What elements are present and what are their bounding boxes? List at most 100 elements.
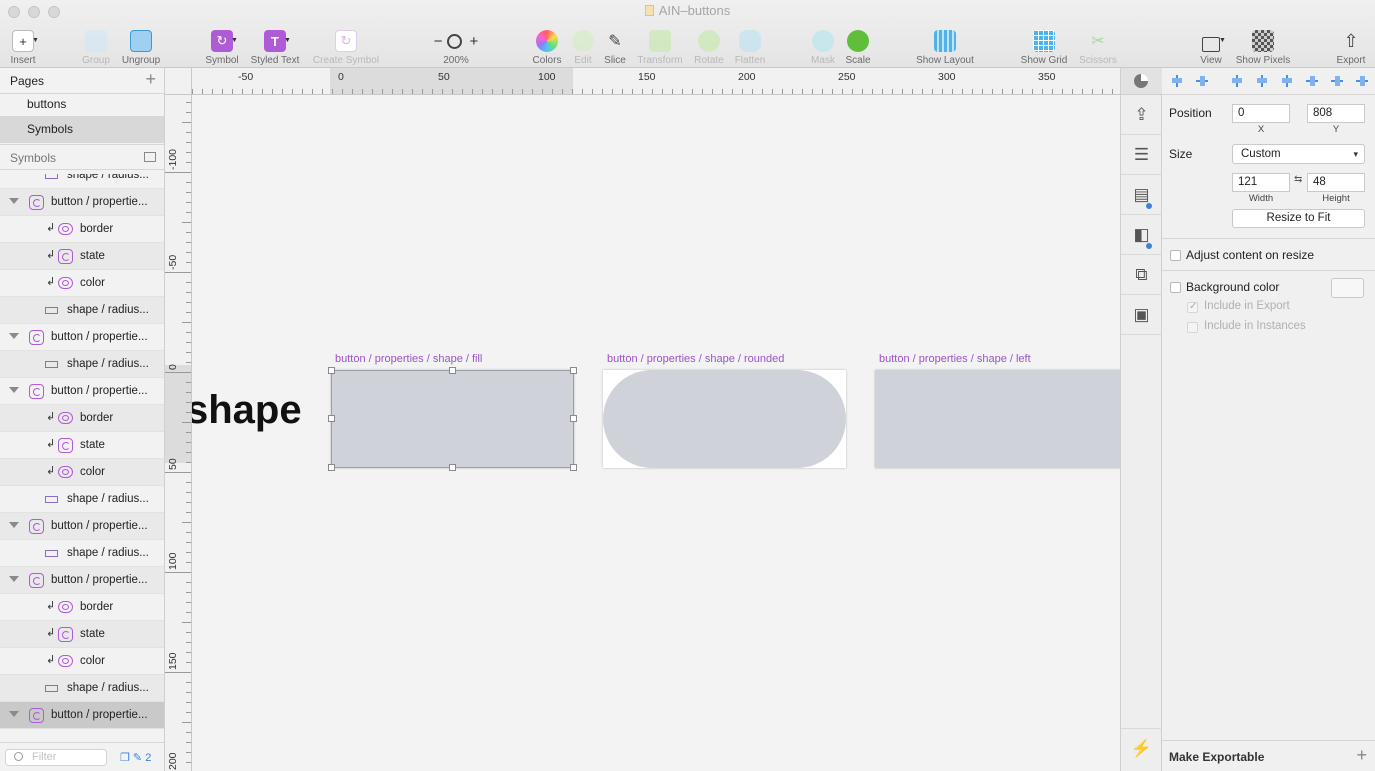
zoom-in-button[interactable]: + (470, 33, 479, 50)
shape-rounded[interactable] (603, 370, 846, 468)
ungroup-button[interactable]: Ungroup (120, 22, 162, 66)
symbol-button[interactable]: ↻ Symbol (204, 22, 240, 66)
resize-handle[interactable] (328, 367, 335, 374)
layer-row[interactable]: shape / radius... (0, 174, 164, 189)
layer-row[interactable]: button / propertie... (0, 324, 164, 351)
align-right-icon[interactable] (1281, 75, 1293, 87)
align-middle-icon[interactable] (1331, 75, 1343, 87)
prototype-tab-button[interactable]: ⧉ (1121, 255, 1162, 295)
edit-button[interactable]: Edit (570, 22, 596, 66)
artboard-fill[interactable] (328, 367, 577, 471)
disclosure-triangle-icon[interactable] (9, 198, 19, 204)
align-center-icon[interactable] (1256, 75, 1268, 87)
layer-row[interactable]: shape / radius... (0, 540, 164, 567)
zoom-out-button[interactable]: − (434, 33, 443, 50)
export-filter-icons[interactable]: ❐ ✎ 2 (120, 751, 151, 764)
align-bottom-icon[interactable] (1356, 75, 1368, 87)
slice-button[interactable]: ✎ Slice (601, 22, 629, 66)
layer-row[interactable]: button / propertie... (0, 567, 164, 594)
disclosure-triangle-icon[interactable] (9, 711, 19, 717)
collapse-icon[interactable] (144, 152, 156, 162)
resize-handle[interactable] (570, 415, 577, 422)
adjust-content-checkbox[interactable] (1170, 250, 1181, 261)
horizontal-ruler[interactable]: -50 0 50 100 150 200 250 300 350 (165, 68, 1120, 95)
background-color-swatch[interactable] (1331, 278, 1364, 298)
size-preset-select[interactable]: Custom ▾ (1232, 144, 1365, 164)
disclosure-triangle-icon[interactable] (9, 522, 19, 528)
group-button[interactable]: Group (80, 22, 112, 66)
position-y-input[interactable]: 808 (1307, 104, 1365, 123)
create-symbol-button[interactable]: ↻ Create Symbol (309, 22, 383, 66)
add-page-button[interactable]: + (145, 69, 156, 90)
include-in-export-checkbox[interactable] (1187, 301, 1198, 313)
layer-row[interactable]: button / propertie... (0, 702, 164, 729)
resizing-tab-button[interactable]: ◧ (1121, 215, 1162, 255)
layer-row[interactable]: ↲ color (0, 648, 164, 675)
make-exportable-bar[interactable]: Make Exportable + (1162, 740, 1375, 771)
insert-button[interactable]: + Insert (6, 22, 40, 66)
layer-row[interactable]: button / propertie... (0, 189, 164, 216)
resize-handle[interactable] (570, 464, 577, 471)
scissors-button[interactable]: ✂ Scissors (1076, 22, 1120, 66)
lock-ratio-icon[interactable]: ⇆ (1294, 174, 1302, 185)
layer-row[interactable]: shape / radius... (0, 351, 164, 378)
plugins-button[interactable]: ⚡ (1121, 728, 1162, 768)
artboard-left[interactable] (875, 370, 1120, 468)
pie-icon[interactable] (1134, 74, 1148, 88)
layer-row[interactable]: shape / radius... (0, 486, 164, 513)
disclosure-triangle-icon[interactable] (9, 387, 19, 393)
width-input[interactable]: 121 (1232, 173, 1290, 192)
align-left-edge-icon[interactable] (1231, 75, 1243, 87)
add-export-button[interactable]: + (1356, 745, 1367, 766)
vertical-ruler[interactable]: -100 -50 0 50 100 150 200 (165, 95, 192, 771)
layer-style-tab-button[interactable]: ☰ (1121, 135, 1162, 175)
styled-text-button[interactable]: T Styled Text (247, 22, 303, 66)
shape-left[interactable] (875, 370, 1120, 468)
align-left-icon[interactable] (1171, 75, 1183, 87)
artboard-title-rounded[interactable]: button / properties / shape / rounded (607, 353, 784, 365)
layer-row[interactable]: shape / radius... (0, 675, 164, 702)
resize-handle[interactable] (449, 367, 456, 374)
layer-row[interactable]: shape / radius... (0, 297, 164, 324)
canvas[interactable]: shape button / properties / shape / fill… (192, 95, 1120, 771)
resize-handle[interactable] (449, 464, 456, 471)
background-color-checkbox[interactable] (1170, 282, 1181, 293)
filter-input[interactable]: Filter (5, 749, 107, 766)
rotate-button[interactable]: Rotate (691, 22, 727, 66)
canvas-text-layer[interactable]: shape (192, 388, 302, 433)
scale-button[interactable]: Scale (843, 22, 873, 66)
page-item-buttons[interactable]: buttons (0, 91, 164, 118)
layer-row[interactable]: ↲ state (0, 243, 164, 270)
layer-row[interactable]: ↲ state (0, 432, 164, 459)
view-button[interactable]: View (1196, 22, 1226, 66)
show-layout-button[interactable]: Show Layout (912, 22, 978, 66)
artboard-title-left[interactable]: button / properties / shape / left (879, 353, 1031, 365)
resize-handle[interactable] (328, 415, 335, 422)
resize-handle[interactable] (328, 464, 335, 471)
symbol-tab-button[interactable]: ▤ (1121, 175, 1162, 215)
layer-row[interactable]: ↲ color (0, 270, 164, 297)
colors-button[interactable]: Colors (530, 22, 564, 66)
layer-row[interactable]: ↲ color (0, 459, 164, 486)
artboard-rounded[interactable] (603, 370, 846, 468)
distribute-vertical-icon[interactable] (1196, 75, 1208, 87)
layer-row[interactable]: ↲ border (0, 216, 164, 243)
include-in-instances-checkbox[interactable] (1187, 322, 1198, 333)
layer-row[interactable]: button / propertie... (0, 513, 164, 540)
layer-row[interactable]: ↲ state (0, 621, 164, 648)
image-tab-button[interactable]: ▣ (1121, 295, 1162, 335)
disclosure-triangle-icon[interactable] (9, 576, 19, 582)
export-button[interactable]: ⇧ Export (1333, 22, 1369, 67)
height-input[interactable]: 48 (1307, 173, 1365, 192)
mask-button[interactable]: Mask (808, 22, 838, 66)
resize-handle[interactable] (570, 367, 577, 374)
layer-row[interactable]: ↲ border (0, 405, 164, 432)
align-top-icon[interactable] (1306, 75, 1318, 87)
resize-to-fit-button[interactable]: Resize to Fit (1232, 209, 1365, 228)
transform-button[interactable]: Transform (633, 22, 687, 66)
artboard-title-fill[interactable]: button / properties / shape / fill (335, 353, 482, 365)
show-grid-button[interactable]: Show Grid (1017, 22, 1071, 66)
position-x-input[interactable]: 0 (1232, 104, 1290, 123)
layer-row[interactable]: button / propertie... (0, 378, 164, 405)
show-pixels-button[interactable]: Show Pixels (1233, 22, 1293, 66)
